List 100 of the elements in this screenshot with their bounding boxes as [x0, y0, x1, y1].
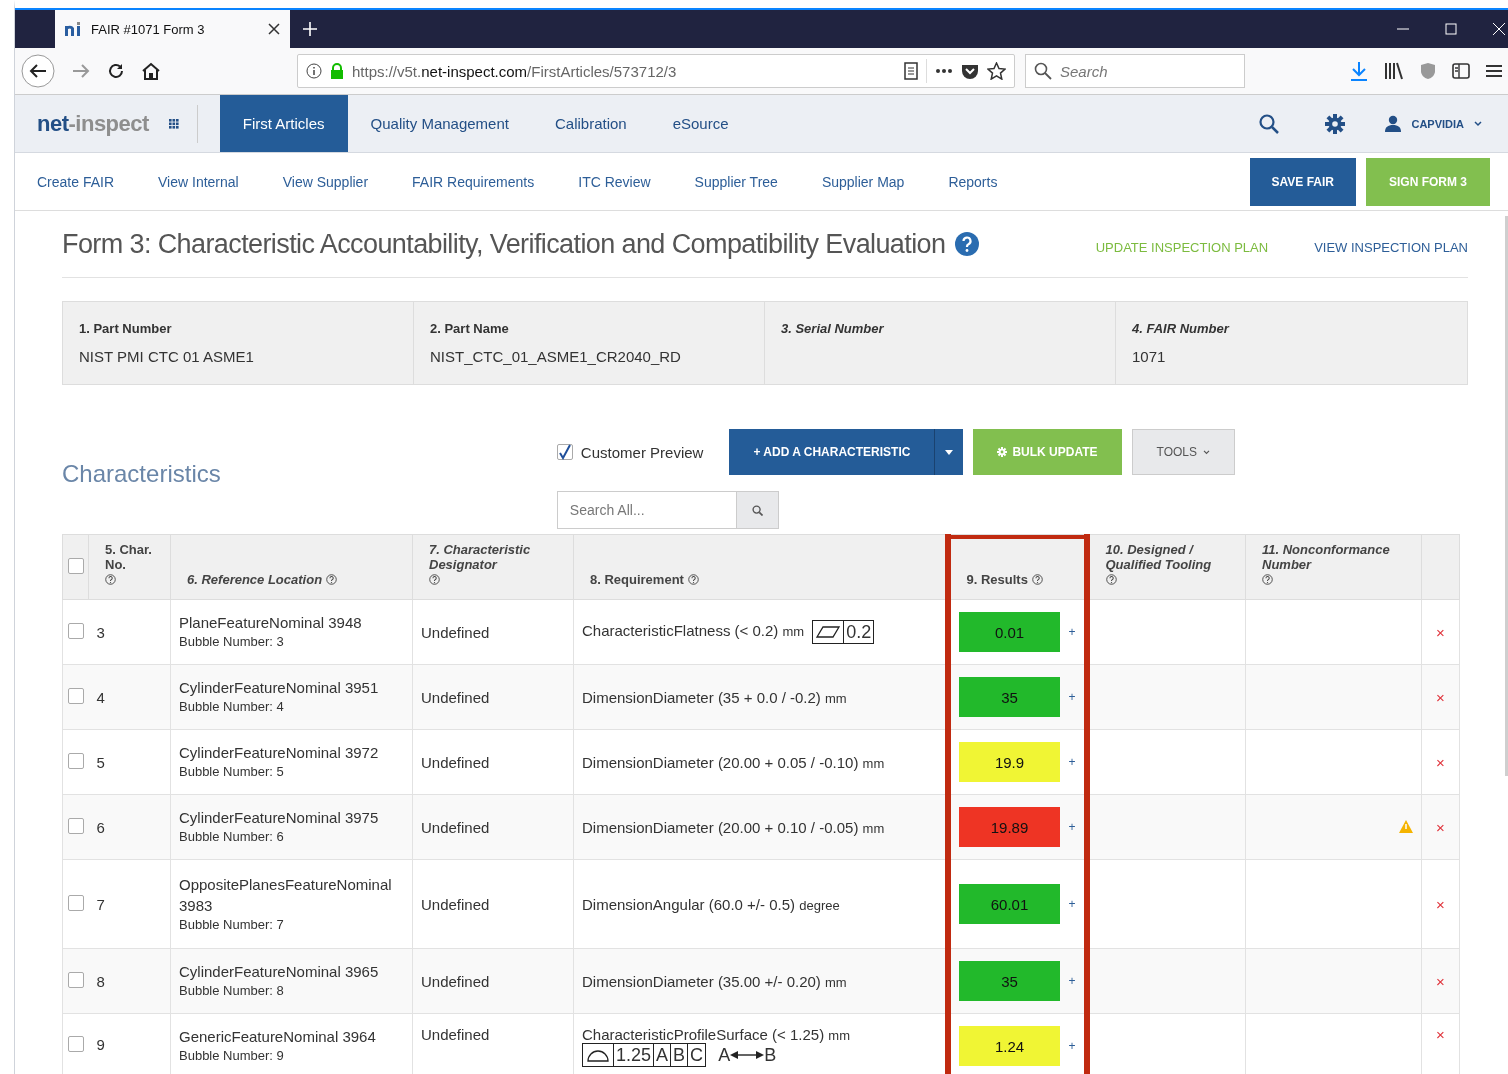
result-value[interactable]: 0.01 [958, 612, 1061, 652]
checkbox[interactable] [68, 894, 84, 911]
pocket-icon[interactable] [961, 62, 979, 80]
checkbox[interactable] [556, 444, 573, 460]
delete-button[interactable]: × [1436, 1026, 1445, 1043]
nav-tab[interactable]: Quality Management [347, 95, 532, 152]
subnav-link[interactable]: ITC Review [578, 173, 651, 190]
download-icon[interactable] [1350, 61, 1368, 81]
designator: Undefined [421, 972, 490, 990]
designator: Undefined [421, 623, 490, 641]
add-result-link[interactable]: + [1068, 690, 1076, 704]
char-number: 3 [96, 623, 105, 641]
search-button[interactable] [736, 491, 779, 529]
close-icon[interactable] [1492, 22, 1506, 36]
subnav-link[interactable]: View Supplier [282, 173, 369, 190]
delete-button[interactable]: × [1436, 688, 1445, 706]
subnav-link[interactable]: Create FAIR [37, 173, 115, 190]
more-icon[interactable] [935, 68, 953, 74]
search-field[interactable]: Search All... [556, 491, 737, 529]
nav-tab[interactable]: First Articles [219, 95, 348, 152]
shield-icon[interactable] [1420, 62, 1436, 80]
search-icon[interactable] [1259, 113, 1280, 134]
requirement: DimensionAngular (60.0 +/- 0.5) degree [582, 895, 840, 913]
inspection-plan-link[interactable]: VIEW INSPECTION PLAN [1314, 233, 1468, 255]
help-icon[interactable] [1262, 574, 1273, 585]
info-icon[interactable] [306, 63, 322, 79]
nav-tab[interactable]: eSource [649, 95, 752, 152]
forward-icon[interactable] [71, 62, 91, 80]
help-icon[interactable] [429, 574, 440, 585]
result-value[interactable]: 19.89 [958, 807, 1061, 847]
datum-label: B [764, 1044, 777, 1066]
add-result-link[interactable]: + [1068, 897, 1076, 911]
add-result-link[interactable]: + [1068, 625, 1076, 639]
nav-tab[interactable]: Calibration [531, 95, 650, 152]
checkbox[interactable] [68, 971, 84, 988]
library-icon[interactable] [1384, 62, 1404, 80]
checkbox[interactable] [68, 817, 84, 834]
add-result-link[interactable]: + [1068, 820, 1076, 834]
help-icon[interactable] [687, 574, 699, 585]
checkbox[interactable] [68, 557, 84, 574]
sidebar-icon[interactable] [1452, 63, 1470, 79]
search-placeholder: Search All... [569, 502, 645, 518]
apps-grid-icon[interactable] [168, 118, 179, 129]
page-title: Form 3: Characteristic Accountability, Verification and Compatibility Evaluation [62, 228, 946, 260]
add-result-link[interactable]: + [1068, 1039, 1076, 1053]
bubble-number: Bubble Number: 4 [179, 698, 285, 717]
subnav-link[interactable]: FAIR Requirements [412, 173, 535, 190]
delete-button[interactable]: × [1436, 818, 1445, 836]
subnav-link[interactable]: Reports [948, 173, 998, 190]
reload-icon[interactable] [107, 62, 125, 80]
checkbox[interactable] [68, 687, 84, 704]
profile-icon [585, 1048, 611, 1062]
tab-title: FAIR #1071 Form 3 [91, 21, 206, 37]
checkbox[interactable] [68, 1036, 84, 1052]
result-value[interactable]: 1.24 [958, 1026, 1061, 1066]
help-icon[interactable] [1105, 574, 1117, 585]
delete-button[interactable]: × [1436, 895, 1445, 913]
subnav-link[interactable]: Supplier Map [821, 173, 905, 190]
new-tab-icon[interactable] [302, 21, 318, 37]
column-header[interactable]: 8. Requirement [590, 572, 684, 587]
star-icon[interactable] [987, 62, 1006, 80]
delete-button[interactable]: × [1436, 753, 1445, 771]
add-result-link[interactable]: + [1068, 755, 1076, 769]
column-header[interactable]: 6. Reference Location [187, 572, 323, 587]
net-inspect-logo[interactable]: net-inspect [37, 110, 149, 137]
column-header[interactable]: 9. Results [966, 572, 1028, 587]
menu-icon[interactable] [1486, 64, 1502, 78]
user-menu[interactable]: CAPVIDIA [1379, 114, 1488, 133]
subnav-link[interactable]: Supplier Tree [694, 173, 778, 190]
help-icon[interactable] [955, 232, 980, 256]
chevron-down-icon [1203, 449, 1210, 455]
browser-tab[interactable]: FAIR #1071 Form 3 [55, 8, 290, 48]
result-value[interactable]: 19.9 [958, 742, 1061, 782]
result-value[interactable]: 60.01 [958, 884, 1061, 924]
subnav-link[interactable]: View Internal [158, 173, 239, 190]
add-characteristic-button[interactable]: + ADD A CHARACTERISTIC [729, 429, 936, 475]
requirement: DimensionDiameter (35 + 0.0 / -0.2) mm [582, 688, 847, 706]
settings-icon[interactable] [1325, 113, 1346, 134]
search-field[interactable]: Search [1025, 54, 1245, 88]
dropdown-button[interactable] [935, 429, 964, 475]
help-icon[interactable] [325, 574, 337, 585]
back-icon[interactable] [21, 54, 55, 88]
help-icon[interactable] [105, 574, 116, 585]
maximize-icon[interactable] [1444, 22, 1458, 36]
tools-button[interactable]: TOOLS [1131, 429, 1235, 475]
result-value[interactable]: 35 [958, 961, 1061, 1001]
close-tab-icon[interactable] [268, 23, 280, 35]
add-result-link[interactable]: + [1068, 974, 1076, 988]
delete-button[interactable]: × [1436, 972, 1445, 990]
address-bar[interactable]: https://v5t.net-inspect.com/FirstArticles/573712/3 [297, 54, 1015, 88]
delete-button[interactable]: × [1436, 623, 1445, 641]
reader-view-icon[interactable] [904, 62, 918, 80]
checkbox[interactable] [68, 752, 84, 769]
checkbox[interactable] [68, 622, 84, 639]
field-value: NIST PMI CTC 01 ASME1 [79, 348, 255, 365]
help-icon[interactable] [1031, 574, 1043, 585]
action-button[interactable]: SAVE FAIR [1249, 157, 1356, 206]
reference-location: CylinderFeatureNominal 3951 [179, 678, 380, 699]
result-value[interactable]: 35 [958, 677, 1061, 717]
home-icon[interactable] [141, 62, 161, 80]
